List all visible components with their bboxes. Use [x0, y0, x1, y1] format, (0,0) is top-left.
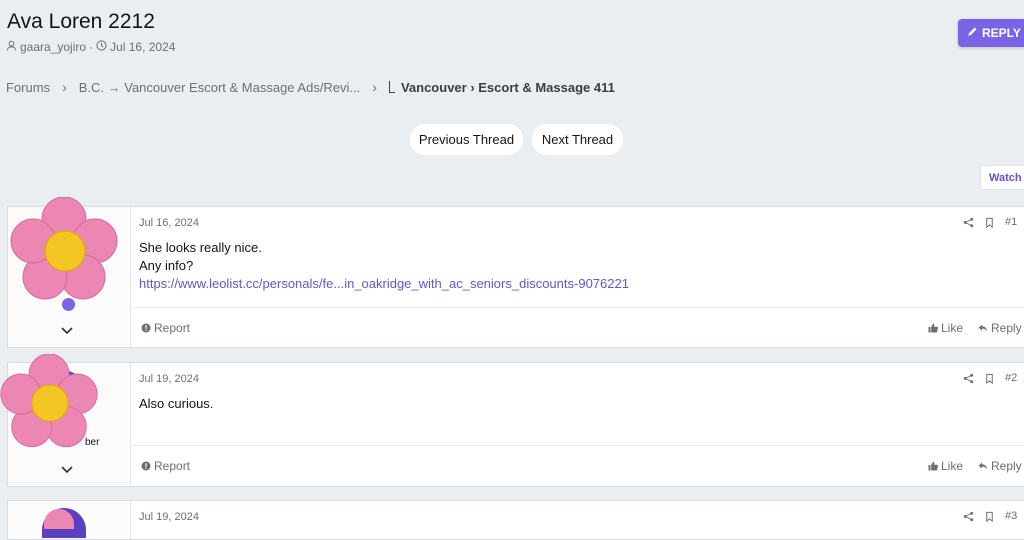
clock-icon — [96, 40, 107, 54]
pencil-icon — [967, 26, 978, 40]
report-label: Report — [154, 459, 191, 473]
post-3: Jul 19, 2024 #3 — [7, 500, 1024, 540]
reply-arrow-icon — [978, 323, 988, 333]
thumbs-up-icon — [928, 461, 938, 471]
chevron-down-icon[interactable] — [60, 326, 74, 336]
post-number[interactable]: #2 — [1005, 372, 1017, 384]
reply-arrow-icon — [978, 461, 988, 471]
meta-separator: · — [89, 40, 94, 54]
share-icon[interactable] — [963, 511, 974, 522]
bookmark-icon[interactable] — [984, 373, 995, 384]
reply-button[interactable]: REPLY — [958, 19, 1024, 47]
breadcrumb-separator: › — [62, 79, 67, 95]
share-icon[interactable] — [963, 217, 974, 228]
report-button[interactable]: Report — [141, 321, 190, 335]
post-footer-divider — [130, 307, 1024, 308]
page-title: Ava Loren 2212 — [7, 10, 155, 33]
thread-author-link[interactable]: gaara_yojiro — [20, 40, 86, 54]
post-reply-button[interactable]: Reply — [978, 321, 1022, 335]
post-date[interactable]: Jul 19, 2024 — [139, 373, 199, 385]
thread-meta: gaara_yojiro · Jul 16, 2024 — [6, 40, 175, 54]
post-tools: #3 — [963, 510, 1017, 522]
post-content: She looks really nice. Any info? https:/… — [139, 239, 629, 293]
next-thread-button[interactable]: Next Thread — [532, 124, 623, 155]
previous-thread-button[interactable]: Previous Thread — [410, 124, 523, 155]
avatar[interactable] — [0, 354, 99, 454]
post-number[interactable]: #3 — [1005, 510, 1017, 522]
share-icon[interactable] — [963, 373, 974, 384]
avatar[interactable] — [9, 197, 119, 307]
like-label: Like — [941, 459, 964, 473]
post-footer-divider — [130, 445, 1024, 446]
bookmark-icon[interactable] — [984, 511, 995, 522]
chevron-down-icon[interactable] — [60, 465, 74, 475]
like-button[interactable]: Like — [928, 459, 963, 473]
like-button[interactable]: Like — [928, 321, 963, 335]
breadcrumb: Forums › B.C. → Vancouver Escort & Massa… — [6, 79, 615, 95]
thumbs-up-icon — [928, 323, 938, 333]
reply-label: Reply — [991, 459, 1022, 473]
breadcrumb-vancouver-ads[interactable]: B.C. → Vancouver Escort & Massage Ads/Re… — [79, 80, 361, 95]
post-line: Any info? — [139, 258, 194, 273]
thread-date[interactable]: Jul 16, 2024 — [110, 40, 175, 54]
post-line: Also curious. — [139, 396, 214, 411]
post-line: She looks really nice. — [139, 240, 262, 255]
watch-button[interactable]: Watch — [980, 165, 1024, 190]
breadcrumb-bracket-icon — [388, 81, 395, 93]
alert-icon — [141, 461, 151, 471]
post-content: Also curious. — [139, 395, 213, 413]
post-date[interactable]: Jul 19, 2024 — [139, 511, 199, 523]
reply-button-label: REPLY — [982, 26, 1021, 40]
post-reply-button[interactable]: Reply — [978, 459, 1022, 473]
report-label: Report — [154, 321, 191, 335]
reply-label: Reply — [991, 321, 1022, 335]
breadcrumb-current-forum[interactable]: Vancouver › Escort & Massage 411 — [401, 80, 615, 95]
post-1: Jul 16, 2024 #1 She looks really nice. A… — [7, 206, 1024, 348]
post-tools: #1 — [963, 216, 1017, 228]
like-label: Like — [941, 321, 964, 335]
breadcrumb-forums[interactable]: Forums — [6, 80, 50, 95]
breadcrumb-separator: › — [372, 79, 377, 95]
post-date[interactable]: Jul 16, 2024 — [139, 217, 199, 229]
post-2: ber Jul 19, 2024 #2 Also curious. Report… — [7, 362, 1024, 487]
bookmark-icon[interactable] — [984, 217, 995, 228]
user-icon — [6, 40, 17, 54]
post-tools: #2 — [963, 372, 1017, 384]
report-button[interactable]: Report — [141, 459, 190, 473]
post-link[interactable]: https://www.leolist.cc/personals/fe...in… — [139, 275, 629, 293]
post-number[interactable]: #1 — [1005, 216, 1017, 228]
alert-icon — [141, 323, 151, 333]
